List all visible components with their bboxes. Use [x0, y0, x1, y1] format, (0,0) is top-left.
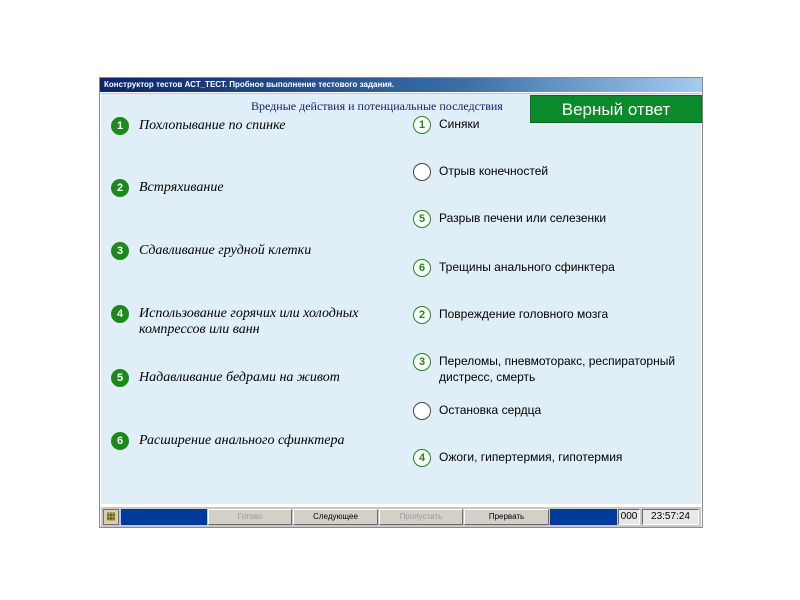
answer-slot[interactable] [413, 163, 431, 181]
left-item-text: Надавливание бедрами на живот [139, 370, 340, 385]
left-item-text: Сдавливание грудной клетки [139, 243, 312, 258]
right-item-text: Ожоги, гипертермия, гипотермия [439, 450, 623, 464]
left-item-text: Использование горячих или холодных компр… [139, 306, 359, 337]
right-item-text: Переломы, пневмоторакс, респираторный ди… [439, 354, 676, 384]
right-item-text: Отрыв конечностей [439, 164, 549, 178]
info-panel [550, 509, 617, 525]
clock-field: 23:57:24 [642, 509, 699, 525]
left-item-text: Расширение анального сфинктера [139, 433, 345, 448]
right-item-text: Трещины анального сфинктера [439, 260, 615, 274]
answer-slot[interactable]: 3 [413, 353, 431, 371]
answer-slot[interactable]: 1 [413, 116, 431, 134]
window-title: Конструктор тестов АСТ_ТЕСТ. Пробное вып… [100, 78, 702, 92]
number-badge: 3 [111, 242, 129, 260]
number-badge: 2 [111, 179, 129, 197]
answer-slot[interactable]: 6 [413, 259, 431, 277]
status-bar: ▦ Готово Следующее Пропустить Прервать 0… [101, 506, 701, 527]
right-item-text: Остановка сердца [439, 403, 542, 417]
left-item-text: Похлопывание по спинке [139, 118, 286, 133]
number-badge: 6 [111, 432, 129, 450]
task-area: Вредные действия и потенциальные последс… [101, 93, 702, 504]
answer-slot[interactable]: 4 [413, 449, 431, 467]
number-badge: 4 [111, 305, 129, 323]
right-item-text: Синяки [439, 117, 480, 131]
counter-field: 000 [618, 509, 640, 525]
skip-button[interactable]: Пропустить [379, 509, 463, 525]
task-header: Вредные действия и потенциальные последс… [251, 99, 503, 113]
next-button[interactable]: Следующее [293, 509, 378, 525]
test-window: Конструктор тестов АСТ_ТЕСТ. Пробное вып… [99, 77, 703, 528]
right-item-text: Повреждение головного мозга [439, 307, 609, 321]
calculator-icon[interactable]: ▦ [103, 509, 119, 525]
left-item-text: Встряхивание [139, 180, 224, 195]
abort-button[interactable]: Прервать [464, 509, 549, 525]
progress-panel [121, 509, 207, 525]
answer-slot[interactable] [413, 402, 431, 420]
ready-button[interactable]: Готово [208, 509, 292, 525]
number-badge: 1 [111, 117, 129, 135]
right-item-text: Разрыв печени или селезенки [439, 211, 607, 225]
answer-slot[interactable]: 2 [413, 306, 431, 324]
answer-slot[interactable]: 5 [413, 210, 431, 228]
number-badge: 5 [111, 369, 129, 387]
